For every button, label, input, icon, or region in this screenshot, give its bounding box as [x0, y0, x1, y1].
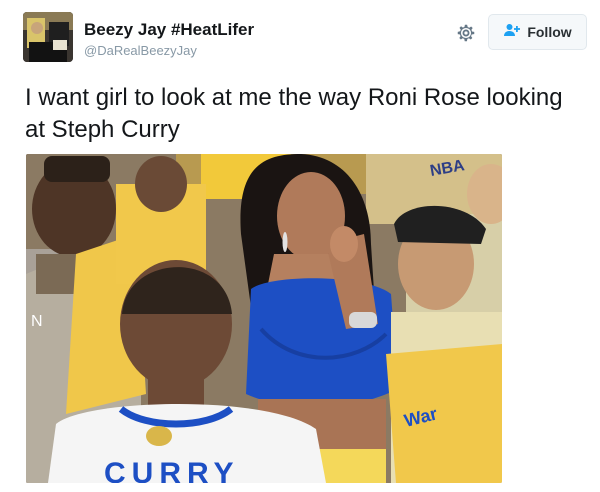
tweet-text: I want girl to look at me the way Roni R… — [25, 84, 563, 143]
user-handle[interactable]: @DaRealBeezyJay — [84, 42, 254, 60]
avatar[interactable] — [23, 12, 73, 62]
gear-icon[interactable] — [455, 22, 477, 44]
tweet-photo[interactable]: NBA N War CURRY — [26, 154, 502, 483]
photo-scene: NBA N War CURRY — [26, 154, 502, 483]
jersey-back-text: CURRY — [104, 457, 240, 483]
display-name[interactable]: Beezy Jay #HeatLifer — [84, 20, 254, 40]
tweet-card: Beezy Jay #HeatLifer @DaRealBeezyJay Fol… — [0, 0, 600, 492]
follow-button[interactable]: Follow — [488, 14, 587, 50]
follow-label: Follow — [527, 24, 572, 40]
left-shirt-text: N — [31, 313, 43, 330]
avatar-image — [23, 12, 73, 62]
add-user-icon — [503, 23, 521, 42]
user-info[interactable]: Beezy Jay #HeatLifer @DaRealBeezyJay — [84, 20, 254, 60]
